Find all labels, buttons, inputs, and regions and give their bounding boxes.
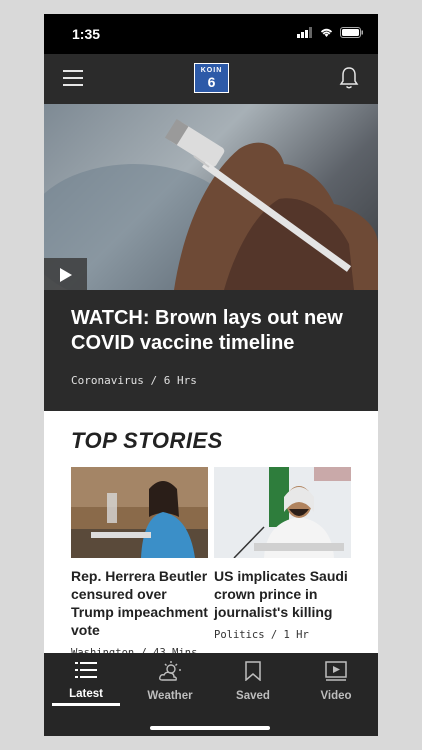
tab-saved[interactable]: Saved [218,661,288,702]
story-headline[interactable]: Rep. Herrera Beutler censured over Trump… [71,567,208,639]
koin-logo[interactable]: KOIN 6 [194,63,229,93]
signal-icon [297,27,312,38]
wifi-icon [320,28,333,37]
active-tab-indicator [52,703,120,706]
tab-weather[interactable]: Weather [135,661,205,702]
hero-story[interactable]: WATCH: Brown lays out new COVID vaccine … [44,290,378,411]
tab-label: Latest [69,688,103,700]
story-card[interactable]: US implicates Saudi crown prince in jour… [214,467,351,641]
hamburger-menu-icon[interactable] [63,70,83,86]
list-icon [75,662,97,678]
status-bar: 1:35 [44,14,378,54]
app-screen: 1:35 KOIN 6 WATCH: Brown lays out new CO… [44,14,378,736]
tab-label: Saved [236,690,270,702]
tab-label: Video [320,690,352,702]
weather-icon [159,661,181,681]
hero-meta: Coronavirus / 6 Hrs [71,374,197,387]
story-photo [71,467,208,558]
story-meta: Politics / 1 Hr [214,629,309,641]
bottom-tab-bar: Latest Weather Saved Video [44,653,378,736]
tab-label: Weather [147,690,193,702]
video-icon [325,661,347,681]
bell-notifications-icon[interactable] [338,66,360,90]
battery-icon [340,27,363,38]
hero-image[interactable] [44,104,378,290]
story-headline[interactable]: US implicates Saudi crown prince in jour… [214,567,351,621]
vaccine-photo-illustration [44,118,378,290]
story-photo [214,467,351,558]
play-icon [59,267,72,282]
tab-video[interactable]: Video [301,661,371,702]
story-card[interactable]: Rep. Herrera Beutler censured over Trump… [71,467,208,659]
hero-headline[interactable]: WATCH: Brown lays out new COVID vaccine … [71,306,361,356]
play-video-button[interactable] [44,258,87,291]
bookmark-icon [245,661,261,682]
home-indicator[interactable] [150,726,270,730]
status-icons [297,27,364,38]
section-heading: TOP STORIES [71,428,223,453]
story-thumbnail[interactable] [71,467,208,558]
tab-latest[interactable]: Latest [51,661,121,700]
logo-text-bottom: 6 [207,73,216,90]
app-header: KOIN 6 [44,54,378,104]
status-time: 1:35 [72,26,101,42]
story-thumbnail[interactable] [214,467,351,558]
